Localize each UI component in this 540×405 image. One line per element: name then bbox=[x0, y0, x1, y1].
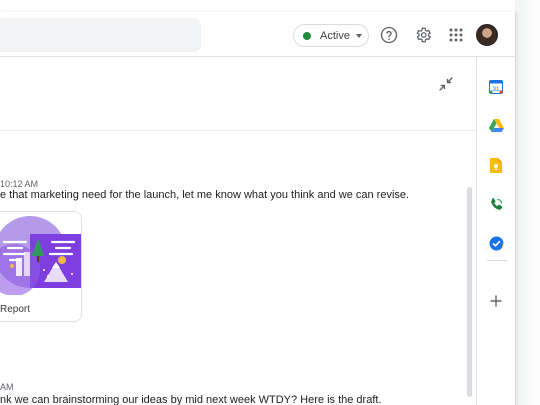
add-icon[interactable] bbox=[488, 293, 504, 309]
help-button[interactable] bbox=[379, 25, 399, 45]
page: Active 10:12 AM e that marketing need fo… bbox=[0, 0, 540, 405]
calendar-day: 31 bbox=[493, 87, 500, 93]
attachment-card[interactable]: Report bbox=[0, 211, 82, 322]
compress-icon bbox=[439, 77, 453, 91]
message-text: e that marketing need for the launch, le… bbox=[0, 189, 410, 201]
app-rail: 31 bbox=[476, 57, 516, 405]
message-timestamp: 10:12 AM bbox=[0, 179, 39, 189]
apps-button[interactable] bbox=[447, 26, 465, 44]
app-window: Active 10:12 AM e that marketing need fo… bbox=[0, 12, 516, 405]
drive-icon[interactable] bbox=[488, 118, 504, 134]
message-list: 10:12 AM e that marketing need for the l… bbox=[0, 131, 476, 405]
gear-icon bbox=[416, 27, 431, 43]
message-timestamp: AM bbox=[0, 382, 14, 392]
attachment-thumbnail bbox=[0, 212, 81, 295]
apps-grid-icon bbox=[449, 28, 463, 42]
search-bar[interactable] bbox=[0, 18, 201, 52]
chat-header bbox=[0, 57, 476, 131]
attachment-label: Report bbox=[0, 304, 31, 315]
status-label: Active bbox=[320, 29, 350, 42]
status-dot bbox=[303, 31, 311, 40]
rail-divider bbox=[487, 260, 507, 261]
keep-icon[interactable] bbox=[488, 157, 504, 173]
window-shadow bbox=[515, 0, 540, 405]
chevron-down-icon bbox=[355, 33, 362, 38]
calendar-icon[interactable]: 31 bbox=[488, 79, 504, 95]
message-text: nk we can brainstorming our ideas by mid… bbox=[0, 394, 382, 405]
voice-icon[interactable] bbox=[488, 196, 504, 212]
scrollbar[interactable] bbox=[467, 187, 472, 397]
top-bar: Active bbox=[0, 12, 516, 57]
exit-fullscreen-button[interactable] bbox=[437, 75, 455, 93]
tasks-icon[interactable] bbox=[488, 235, 504, 251]
settings-button[interactable] bbox=[413, 25, 433, 45]
avatar[interactable] bbox=[476, 24, 498, 46]
status-dropdown[interactable]: Active bbox=[293, 24, 369, 47]
help-icon bbox=[380, 26, 398, 44]
